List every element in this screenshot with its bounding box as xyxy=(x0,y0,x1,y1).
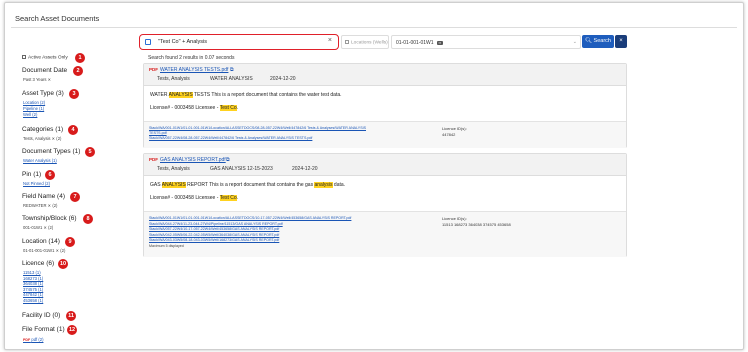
licence-item[interactable]: 11513 (1) xyxy=(23,270,41,275)
filter-licence[interactable]: Licence (6) xyxy=(22,260,54,267)
licence-item[interactable]: 364038 (1) xyxy=(23,281,43,286)
filter-township-block[interactable]: Township/Block (6) xyxy=(22,215,77,222)
callout-badge-2: 2 xyxy=(73,66,83,76)
pdf-icon: PDF xyxy=(149,67,158,72)
clear-icon[interactable]: × xyxy=(328,37,332,44)
result-licence-line: License# - 0003458 Licensee - Test Co. xyxy=(150,195,239,201)
callout-badge-8: 8 xyxy=(83,214,93,224)
result-path-link[interactable]: Stack/WA/001-01W1/01-01-001-01W1/Locatio… xyxy=(149,216,351,220)
location-selected[interactable]: 01-01-001-01W1 ✕ (2) xyxy=(23,248,65,253)
filter-pin[interactable]: Pin (1) xyxy=(22,171,41,178)
filter-categories[interactable]: Categories (1) xyxy=(22,126,63,133)
document-type-water-analysis[interactable]: Water Analysis (1) xyxy=(23,158,57,163)
divider xyxy=(11,27,737,28)
filter-document-types[interactable]: Document Types (1) xyxy=(22,148,80,155)
callout-badge-1: 1 xyxy=(75,53,85,63)
reset-button[interactable]: × xyxy=(615,35,627,48)
callout-badge-6: 6 xyxy=(45,170,55,180)
result-doc-type: GAS ANALYSIS 12-15-2023 xyxy=(210,166,273,172)
page-title: Search Asset Documents xyxy=(15,14,100,23)
result-path-link[interactable]: Stack/WA/044-27W4/11-23-044-27W4/Pipelin… xyxy=(149,222,283,226)
result-description: GAS ANALYSIS REPORT This is a report doc… xyxy=(150,182,346,188)
grid-icon xyxy=(345,40,349,44)
result-path-link[interactable]: Stack/WA/001-01W1/01-01-001-01W1/Locatio… xyxy=(149,126,366,130)
result-description: WATER ANALYSIS TESTS This is a report do… xyxy=(150,92,342,98)
location-filter-input[interactable]: Locations (Wells) xyxy=(341,35,389,49)
result-path-link[interactable]: Stack/WA/057-22W4/10-17-057-22W4/Well/45… xyxy=(149,227,279,231)
chevron-down-icon[interactable]: ⌄ xyxy=(573,39,577,45)
licence-ids-values: 11513 168273 364038 374575 453658 xyxy=(442,222,511,227)
asset-type-well[interactable]: Well (2) xyxy=(23,112,37,117)
pdf-icon: PDF xyxy=(23,338,31,342)
asset-type-location[interactable]: Location (2) xyxy=(23,100,45,105)
result-card-footer: Stack/WA/001-01W1/01-01-001-01W1/Locatio… xyxy=(144,211,626,257)
callout-badge-12: 12 xyxy=(67,325,77,335)
pdf-icon: PDF xyxy=(149,157,158,162)
filter-facility-id[interactable]: Facility ID (0) xyxy=(22,312,60,319)
licence-ids-label: Licence ID(s): xyxy=(442,216,467,221)
result-doc-type: WATER ANALYSIS xyxy=(210,76,253,82)
filter-asset-type[interactable]: Asset Type (3) xyxy=(22,90,64,97)
result-licence-line: License# - 0003458 Licensee - Test Co. xyxy=(150,105,239,111)
app-window: Search Asset Documents "Test Co" + Analy… xyxy=(4,2,744,350)
callout-badge-5: 5 xyxy=(85,147,95,157)
external-link-icon[interactable]: ⧉ xyxy=(226,157,230,163)
callout-badge-4: 4 xyxy=(68,125,78,135)
result-card-footer: Stack/WA/001-01W1/01-01-001-01W1/Locatio… xyxy=(144,121,626,148)
external-link-icon[interactable]: ⧉ xyxy=(230,67,234,73)
location-tag-icon[interactable]: ▪▪ xyxy=(436,41,444,45)
search-button[interactable]: 🔍︎ Search xyxy=(582,35,614,48)
result-card-header: PDF WATER ANALYSIS TESTS.pdf ⧉ Tests, An… xyxy=(144,64,626,86)
document-date-selected[interactable]: Past 3 Years ✕ xyxy=(23,77,51,82)
pin-not-pinned[interactable]: Not Pinned (2) xyxy=(23,181,50,186)
filter-file-format[interactable]: File Format (1) xyxy=(22,326,65,333)
asset-type-pipeline[interactable]: Pipeline (1) xyxy=(23,106,44,111)
result-date: 2024-12-20 xyxy=(270,76,296,82)
result-card-header: PDF GAS ANALYSIS REPORT.pdf ⧉ Tests, Ana… xyxy=(144,154,626,176)
result-path-link[interactable]: Stack/WA/057-22W4/08-28-057-22W4/Well/44… xyxy=(149,136,312,140)
licence-item[interactable]: 447842 (1) xyxy=(23,292,43,297)
licence-item[interactable]: 374575 (1) xyxy=(23,287,43,292)
callout-badge-7: 7 xyxy=(70,192,80,202)
callout-badge-9: 9 xyxy=(65,237,75,247)
callout-badge-11: 11 xyxy=(66,311,76,321)
location-placeholder: Locations (Wells) xyxy=(351,40,388,46)
result-card: PDF GAS ANALYSIS REPORT.pdf ⧉ Tests, Ana… xyxy=(143,153,627,257)
location-select[interactable]: 01-01-001-01W1 ▪▪ ⌄ xyxy=(391,35,581,49)
licence-ids-values: 447842 xyxy=(442,132,456,137)
active-assets-label: Active Assets Only xyxy=(28,55,68,61)
township-block-selected[interactable]: 001-01W1 ✕ (2) xyxy=(23,225,53,230)
results-summary: Search found 2 results in 0.07 seconds xyxy=(148,55,235,61)
search-query[interactable]: "Test Co" + Analysis xyxy=(158,39,207,45)
file-format-label: pdf (2) xyxy=(31,337,44,342)
licence-item[interactable]: 453658 (1) xyxy=(23,298,43,303)
search-input[interactable]: "Test Co" + Analysis × xyxy=(139,34,339,50)
filter-document-date[interactable]: Document Date xyxy=(22,67,67,74)
active-assets-checkbox[interactable]: Active Assets Only xyxy=(22,55,68,60)
search-button-label: Search xyxy=(593,38,611,44)
callout-badge-3: 3 xyxy=(69,89,79,99)
result-file-link[interactable]: WATER ANALYSIS TESTS.pdf xyxy=(160,67,228,73)
licence-ids-label: Licence ID(s): xyxy=(442,126,467,131)
result-category: Tests, Analysis xyxy=(157,166,190,172)
licence-item[interactable]: 168273 (1) xyxy=(23,276,43,281)
result-path-link[interactable]: Stack/WA/042-05W5/06-22-042-05W5/Well/36… xyxy=(149,233,279,237)
field-name-selected[interactable]: REDWATER ✕ (2) xyxy=(23,203,57,208)
checkbox-icon[interactable] xyxy=(22,55,26,59)
result-date: 2024-12-20 xyxy=(292,166,318,172)
result-category: Tests, Analysis xyxy=(157,76,190,82)
result-path-link[interactable]: Stack/WA/043-03W5/08-18-043-03W5/Well/16… xyxy=(149,238,279,242)
callout-badge-10: 10 xyxy=(58,259,68,269)
result-path-link[interactable]: TESTS.pdf xyxy=(149,131,167,135)
max-displayed-note: Maximum 5 displayed xyxy=(149,244,184,248)
result-file-link[interactable]: GAS ANALYSIS REPORT.pdf xyxy=(160,157,226,163)
filter-location[interactable]: Location (14) xyxy=(22,238,60,245)
search-mode-icon[interactable] xyxy=(145,39,151,45)
result-card: PDF WATER ANALYSIS TESTS.pdf ⧉ Tests, An… xyxy=(143,63,627,148)
file-format-pdf[interactable]: PDF pdf (2) xyxy=(23,337,43,342)
filter-field-name[interactable]: Field Name (4) xyxy=(22,193,65,200)
categories-selected[interactable]: Tests, Analysis ✕ (2) xyxy=(23,136,61,141)
location-value: 01-01-001-01W1 xyxy=(396,40,434,46)
